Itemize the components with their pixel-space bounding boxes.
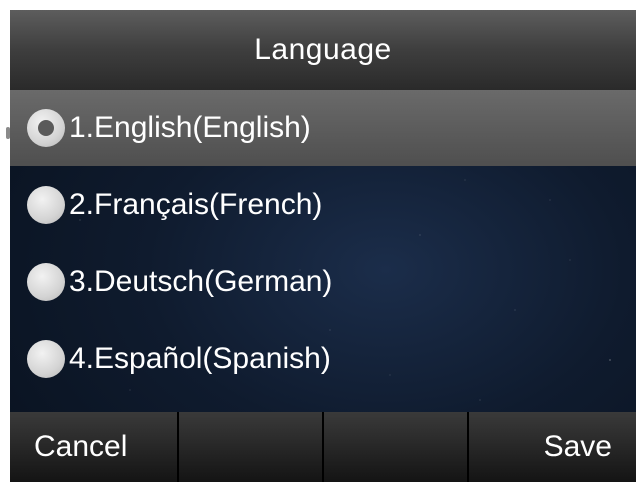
screen-edge-mark <box>0 122 10 146</box>
language-option-english[interactable]: 1.English(English) <box>10 90 636 166</box>
radio-selected-icon[interactable] <box>27 109 65 147</box>
save-button[interactable]: Save <box>469 412 636 482</box>
softkey-bar: Cancel Save <box>10 412 636 482</box>
cancel-button[interactable]: Cancel <box>10 412 179 482</box>
language-list: 1.English(English) 2.Français(French) 3.… <box>10 90 636 397</box>
language-option-german[interactable]: 3.Deutsch(German) <box>10 243 636 320</box>
language-option-label: 3.Deutsch(German) <box>69 264 333 298</box>
softkey-3[interactable] <box>324 412 469 482</box>
softkey-2[interactable] <box>179 412 324 482</box>
language-option-spanish[interactable]: 4.Español(Spanish) <box>10 320 636 397</box>
language-option-label: 2.Français(French) <box>69 187 323 221</box>
radio-unselected-icon[interactable] <box>27 262 65 301</box>
language-option-french[interactable]: 2.Français(French) <box>10 166 636 243</box>
page-title: Language <box>254 33 392 66</box>
radio-unselected-icon[interactable] <box>27 339 65 378</box>
language-option-label: 4.Español(Spanish) <box>69 341 331 375</box>
title-bar: Language <box>10 10 636 90</box>
phone-screen: Language 1.English(English) 2.Français(F… <box>10 10 636 482</box>
language-option-label: 1.English(English) <box>69 111 311 144</box>
radio-unselected-icon[interactable] <box>27 185 65 224</box>
